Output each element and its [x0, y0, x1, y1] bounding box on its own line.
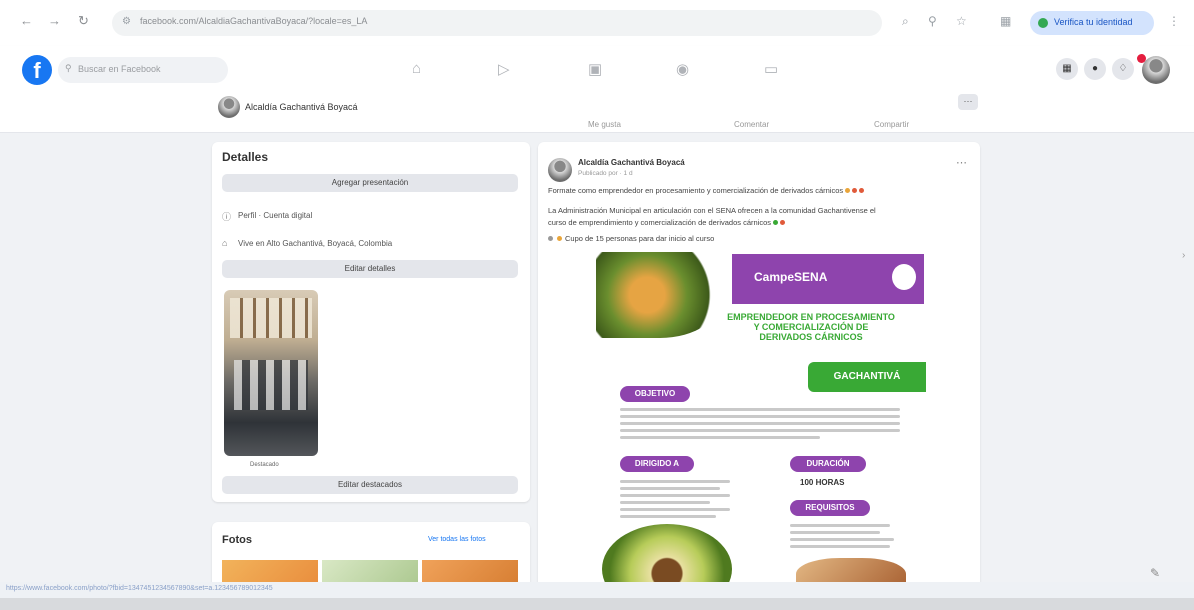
edit-featured-button[interactable]: Editar destacados — [222, 476, 518, 494]
flyer-text-line — [620, 415, 900, 418]
post-text-line1: Formate como emprendedor en procesamient… — [548, 186, 865, 195]
flyer-text-line — [620, 508, 730, 511]
flyer-text-line — [790, 538, 894, 541]
post-author[interactable]: Alcaldía Gachantivá Boyacá — [578, 158, 685, 167]
info-icon: ⓘ — [222, 212, 232, 222]
new-message-icon[interactable]: ✎ — [1150, 566, 1160, 580]
back-arrow-icon[interactable]: ← — [20, 13, 33, 28]
flyer-title: EMPRENDEDOR EN PROCESAMIENTO Y COMERCIAL… — [727, 312, 895, 342]
marketplace-icon[interactable]: ▣ — [588, 60, 602, 78]
flyer-text-line — [620, 436, 820, 439]
bookmark-star-icon[interactable]: ☆ — [956, 14, 967, 28]
share-action[interactable]: Compartir — [874, 120, 909, 129]
groups-icon[interactable]: ◉ — [676, 60, 689, 78]
photo-people — [234, 360, 308, 410]
see-all-photos-link[interactable]: Ver todas las fotos — [428, 536, 486, 543]
search-placeholder: Buscar en Facebook — [78, 64, 161, 74]
photos-title: Fotos — [222, 534, 252, 546]
flyer-avocado-illustration — [602, 524, 732, 585]
flyer-text-line — [790, 531, 880, 534]
flyer-requisitos-pill: REQUISITOS — [790, 500, 870, 516]
video-icon[interactable]: ▷ — [498, 60, 510, 78]
flyer-town-badge: GACHANTIVÁ — [808, 362, 926, 392]
extensions-icon[interactable]: ▦ — [1000, 14, 1011, 28]
page-avatar[interactable] — [218, 96, 240, 118]
account-avatar[interactable] — [1142, 56, 1170, 84]
flyer-text-line — [620, 480, 730, 483]
flyer-dirigido-pill: DIRIGIDO A — [620, 456, 694, 472]
forward-arrow-icon[interactable]: → — [48, 13, 61, 28]
post-author-avatar[interactable] — [548, 158, 572, 182]
flyer-brand-banner: CampeSENA — [732, 254, 924, 304]
status-url: https://www.facebook.com/photo/?fbid=134… — [6, 585, 273, 592]
details-card: Detalles Agregar presentación ⓘ Perfil ·… — [212, 142, 530, 502]
flyer-text-line — [620, 487, 720, 490]
flyer-brand: CampeSENA — [754, 270, 828, 284]
menu-grid-icon[interactable]: ▦ — [1056, 58, 1078, 80]
flyer-text-line — [620, 408, 900, 411]
verify-label: Verifica tu identidad — [1054, 17, 1133, 27]
photo-window — [230, 298, 312, 338]
home-icon[interactable]: ⌂ — [412, 60, 421, 77]
site-info-icon[interactable]: ⚙ — [122, 16, 131, 27]
browser-menu-icon[interactable]: ⋮ — [1168, 14, 1180, 28]
like-action[interactable]: Me gusta — [588, 120, 621, 129]
flyer-text-line — [620, 429, 900, 432]
post-text-line2: La Administración Municipal en articulac… — [548, 206, 876, 215]
flyer-text-line — [790, 545, 890, 548]
profile-dot-icon — [1038, 18, 1048, 28]
page-more-button[interactable]: ··· — [958, 94, 978, 110]
facebook-topbar: f ⚲ Buscar en Facebook ⌂ ▷ ▣ ◉ ▭ ▦ ● ♢ — [0, 46, 1194, 94]
url-text[interactable]: facebook.com/AlcaldiaGachantivaBoyaca/?l… — [140, 16, 367, 26]
page-type-text: Perfil · Cuenta digital — [238, 211, 313, 220]
reload-icon[interactable]: ↻ — [78, 13, 89, 29]
post-meta[interactable]: Publicado por · 1 d — [578, 170, 633, 177]
search-icon: ⚲ — [65, 63, 72, 73]
post-text-line3: curso de emprendimiento y comercializaci… — [548, 218, 786, 227]
scroll-indicator-icon[interactable]: › — [1182, 250, 1185, 261]
featured-label: Destacado — [250, 462, 279, 468]
browser-toolbar: ← → ↻ ⚙ facebook.com/AlcaldiaGachantivaB… — [0, 0, 1194, 47]
link-status-bar: https://www.facebook.com/photo/?fbid=134… — [0, 582, 1194, 598]
post-options-icon[interactable]: ⋯ — [956, 156, 967, 169]
page-name[interactable]: Alcaldía Gachantivá Boyacá — [245, 102, 358, 112]
flyer-text-line — [620, 515, 716, 518]
details-title: Detalles — [222, 150, 269, 164]
search-page-icon[interactable]: ⌕ — [902, 14, 909, 29]
messenger-icon[interactable]: ● — [1084, 58, 1106, 80]
gaming-icon[interactable]: ▭ — [764, 60, 778, 78]
flyer-duracion-pill: DURACIÓN — [790, 456, 866, 472]
page-header-strip: Alcaldía Gachantivá Boyacá Me gusta Come… — [0, 94, 1194, 133]
comment-action[interactable]: Comentar — [734, 120, 769, 129]
address-bar[interactable]: ⚙ facebook.com/AlcaldiaGachantivaBoyaca/… — [112, 10, 882, 36]
post-text-line4: Cupo de 15 personas para dar inicio al c… — [548, 234, 714, 243]
flyer-sausage-illustration — [796, 558, 906, 585]
home-location-icon: ⌂ — [222, 238, 228, 248]
facebook-search-input[interactable]: ⚲ Buscar en Facebook — [58, 57, 228, 83]
facebook-logo-icon[interactable]: f — [22, 55, 52, 85]
flyer-text-line — [620, 501, 710, 504]
flyer-text-line — [620, 422, 900, 425]
notifications-icon[interactable]: ♢ — [1112, 58, 1134, 80]
add-presentation-button[interactable]: Agregar presentación — [222, 174, 518, 192]
bottom-edge — [0, 598, 1194, 610]
flyer-text-line — [620, 494, 730, 497]
location-text: Vive en Alto Gachantivá, Boyacá, Colombi… — [238, 239, 393, 248]
sena-logo-icon — [892, 264, 916, 290]
flyer-text-line — [790, 524, 890, 527]
flyer-objetivo-pill: OBJETIVO — [620, 386, 690, 402]
edit-details-button[interactable]: Editar detalles — [222, 260, 518, 278]
verify-identity-button[interactable]: Verifica tu identidad — [1030, 11, 1154, 35]
flyer-hours: 100 HORAS — [800, 478, 845, 487]
featured-photo[interactable] — [224, 290, 318, 456]
post-flyer-image[interactable]: CampeSENA EMPRENDEDOR EN PROCESAMIENTO Y… — [596, 252, 926, 585]
zoom-icon[interactable]: ⚲ — [928, 14, 937, 28]
